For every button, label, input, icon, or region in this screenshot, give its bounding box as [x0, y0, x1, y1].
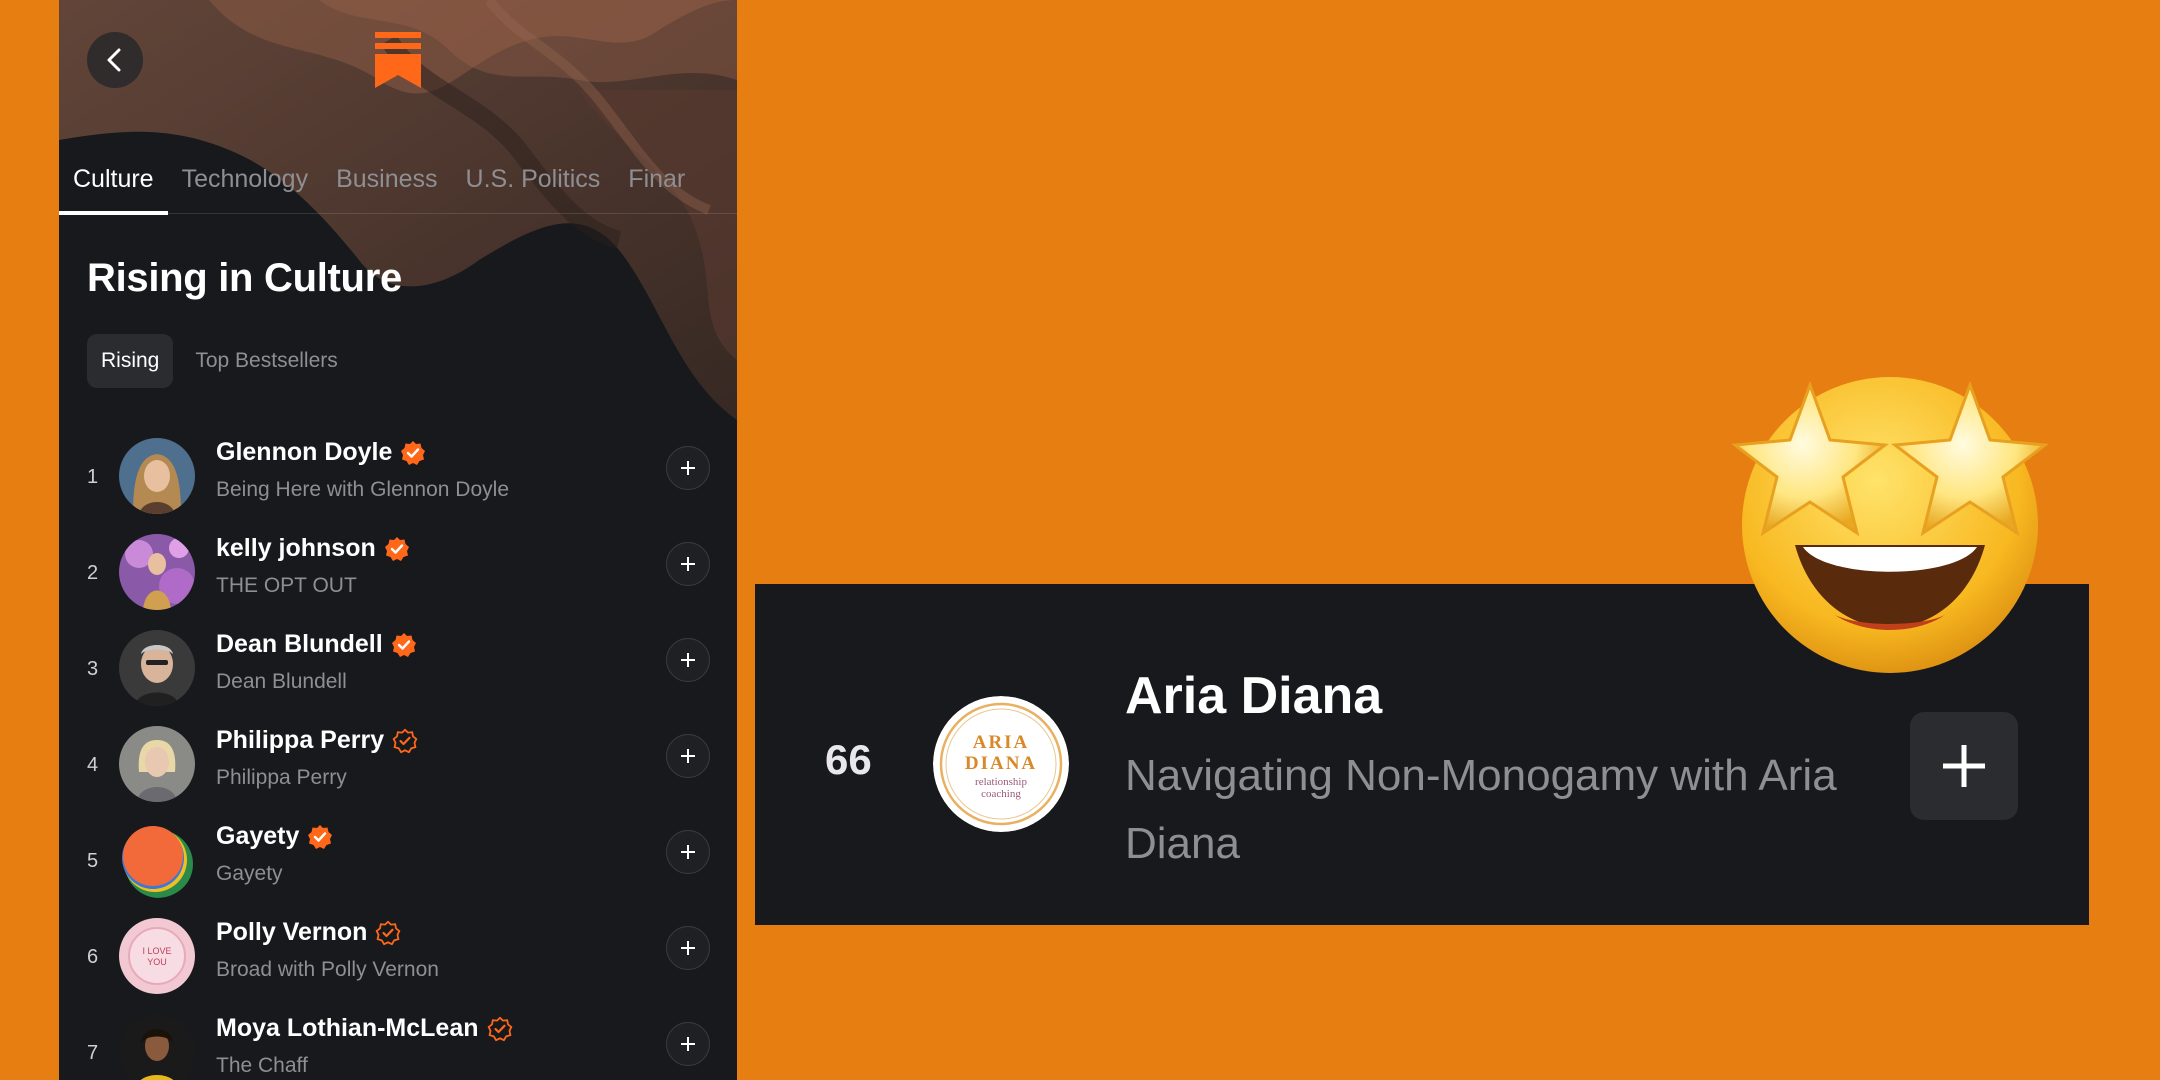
plus-icon	[681, 653, 695, 667]
publication-name: Philippa Perry	[216, 766, 347, 789]
tab-business[interactable]: Business	[336, 160, 437, 214]
logo-text-aria: ARIA	[973, 732, 1030, 753]
verified-badge-icon	[384, 536, 409, 561]
name-line: kelly johnson	[216, 534, 410, 563]
name-line: Gayety	[216, 822, 333, 851]
subscribe-button[interactable]	[666, 734, 710, 778]
verified-outline-icon	[376, 920, 401, 945]
publication-name: Gayety	[216, 862, 283, 885]
publication-name: Navigating Non-Monogamy with Aria Diana	[1125, 751, 1837, 868]
subscribe-button[interactable]	[666, 926, 710, 970]
name-line: Philippa Perry	[216, 726, 418, 755]
tab-technology[interactable]: Technology	[182, 160, 308, 214]
plus-icon	[681, 749, 695, 763]
rank-number: 5	[87, 850, 99, 872]
avatar: I LOVE YOU	[119, 918, 195, 994]
app-screen: Culture Technology Business U.S. Politic…	[59, 0, 737, 1080]
plus-icon	[1943, 745, 1985, 787]
rank-number: 6	[87, 946, 99, 968]
writer-name: kelly johnson	[216, 534, 376, 562]
subtab-rising[interactable]: Rising	[87, 334, 174, 388]
writer-name: Dean Blundell	[216, 630, 383, 658]
publication-name: The Chaff	[216, 1054, 308, 1077]
tab-finance[interactable]: Finar	[628, 160, 685, 214]
category-tabs: Culture Technology Business U.S. Politic…	[59, 160, 737, 215]
avatar	[119, 726, 195, 802]
rank-number: 66	[825, 736, 872, 783]
back-button[interactable]	[87, 32, 143, 88]
publication-name: THE OPT OUT	[216, 574, 357, 597]
name-line: Glennon Doyle	[216, 438, 426, 467]
name-line: Polly Vernon	[216, 918, 401, 947]
rank-number: 2	[87, 562, 99, 584]
subscribe-button[interactable]	[666, 638, 710, 682]
rank-number: 7	[87, 1042, 99, 1064]
chevron-left-icon	[107, 48, 121, 72]
plus-icon	[681, 941, 695, 955]
list-item[interactable]: 6 I LOVE YOU Polly Vernon Broad with Poll…	[59, 910, 737, 1006]
ranking-toggle: Rising Top Bestsellers	[87, 334, 352, 388]
writer-name: Gayety	[216, 822, 300, 850]
verified-badge-icon	[391, 632, 416, 657]
section-title: Rising in Culture	[87, 256, 402, 300]
plus-icon	[681, 461, 695, 475]
rank-number: 4	[87, 754, 99, 776]
avatar	[119, 1014, 195, 1080]
subscribe-button[interactable]	[666, 542, 710, 586]
list-item[interactable]: 2 kelly johnson THE OPT OUT	[59, 526, 737, 622]
plus-icon	[681, 845, 695, 859]
publication-name: Broad with Polly Vernon	[216, 958, 439, 981]
rank-number: 3	[87, 658, 99, 680]
avatar: ARIA DIANA relationship coaching	[933, 696, 1069, 832]
plus-icon	[681, 557, 695, 571]
list-item[interactable]: 7 Moya Lothian-McLean The Chaff	[59, 1006, 737, 1080]
verified-outline-icon	[392, 728, 418, 753]
avatar	[119, 630, 195, 706]
verified-badge-icon	[401, 440, 426, 465]
tab-us-politics[interactable]: U.S. Politics	[466, 160, 601, 214]
list-item[interactable]: 1 Glennon Doyle Being Here with Glennon …	[59, 430, 737, 526]
verified-outline-icon	[487, 1016, 512, 1041]
logo-text-diana: DIANA	[965, 753, 1037, 774]
name-line: Moya Lothian-McLean	[216, 1014, 513, 1043]
avatar	[119, 438, 195, 514]
writer-name: Glennon Doyle	[216, 438, 393, 466]
writer-name: Aria Diana	[1125, 667, 1383, 725]
subscribe-button[interactable]	[666, 446, 710, 490]
list-item[interactable]: 5 Gayety Gayety	[59, 814, 737, 910]
subscribe-button[interactable]	[666, 1022, 710, 1066]
subscribe-button[interactable]	[666, 830, 710, 874]
logo-text-coaching: coaching	[981, 788, 1021, 800]
plus-icon	[681, 1037, 695, 1051]
publication-name: Dean Blundell	[216, 670, 347, 693]
writer-name: Philippa Perry	[216, 726, 385, 754]
substack-logo	[375, 32, 421, 88]
publication-name: Being Here with Glennon Doyle	[216, 478, 509, 501]
subtab-top-bestsellers[interactable]: Top Bestsellers	[181, 334, 351, 388]
avatar	[122, 826, 193, 898]
list-item[interactable]: 3 Dean Blundell Dean Blundell	[59, 622, 737, 718]
tab-culture[interactable]: Culture	[59, 160, 168, 215]
verified-badge-icon	[308, 824, 333, 849]
list-item[interactable]: 4 Philippa Perry Philippa Perry	[59, 718, 737, 814]
name-line: Dean Blundell	[216, 630, 417, 659]
star-struck-emoji	[1731, 377, 2049, 673]
rank-number: 1	[87, 466, 99, 488]
writer-name: Polly Vernon	[216, 918, 368, 946]
writer-name: Moya Lothian-McLean	[216, 1014, 479, 1042]
subscribe-button[interactable]	[1910, 712, 2018, 820]
avatar	[119, 534, 195, 610]
logo-text-relationship: relationship	[975, 776, 1027, 788]
